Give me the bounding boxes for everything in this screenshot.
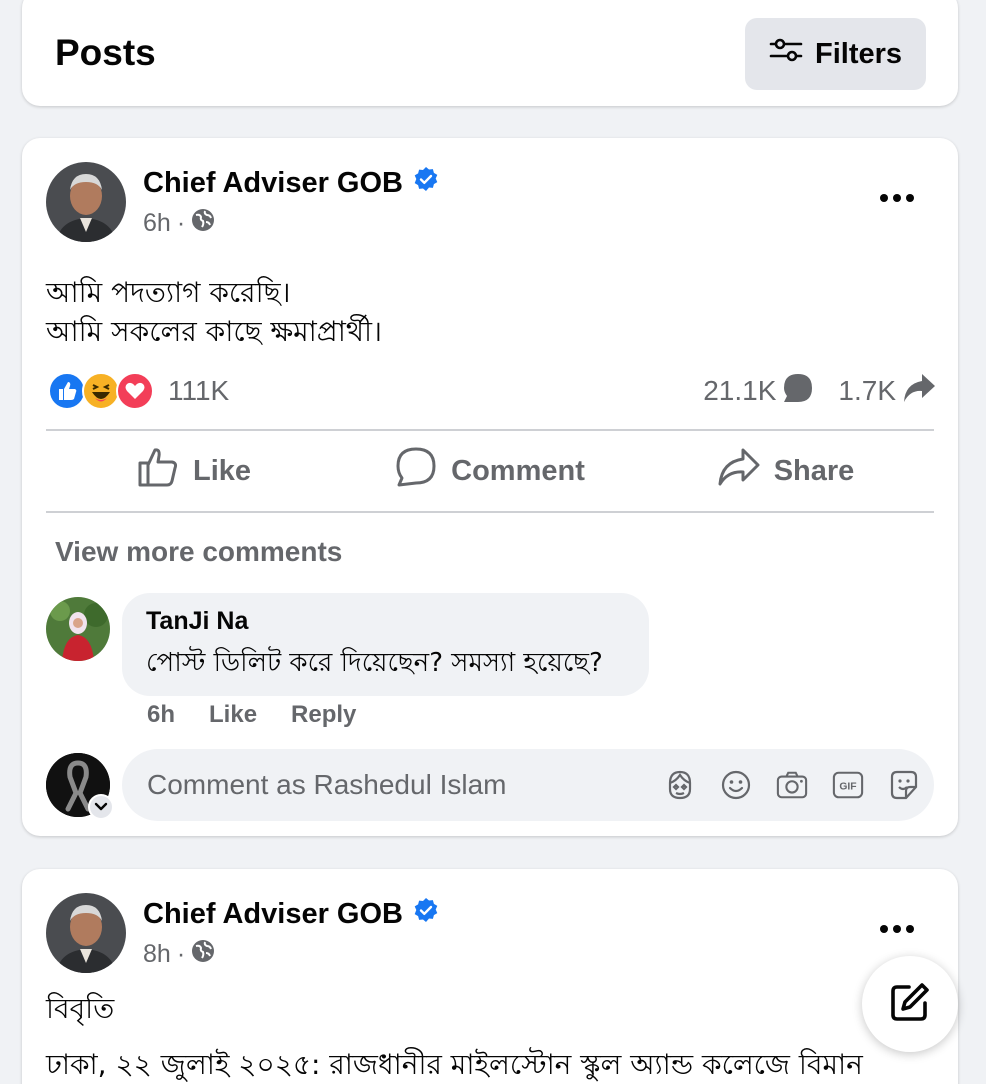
share-icon <box>718 448 760 494</box>
author-name[interactable]: Chief Adviser GOB <box>143 167 403 200</box>
comment-bubble: TanJi Na পোস্ট ডিলিট করে দিয়েছেন? সমস্য… <box>122 593 649 696</box>
commenter-avatar[interactable] <box>46 597 110 661</box>
comment-time[interactable]: 6h <box>147 701 175 729</box>
reaction-count[interactable]: 111K <box>168 375 229 407</box>
author-avatar[interactable] <box>46 162 126 242</box>
love-reaction-icon <box>116 372 154 410</box>
post-text: ঢাকা, ২২ জুলাই ২০২৫: রাজধানীর মাইলস্টোন … <box>46 1048 863 1081</box>
verified-badge-icon <box>413 166 439 200</box>
compose-button[interactable] <box>862 956 958 1052</box>
filters-button[interactable]: Filters <box>745 18 926 90</box>
verified-badge-icon <box>413 897 439 931</box>
comment-composer: GIF <box>122 749 934 821</box>
divider <box>46 429 934 431</box>
avatar-sticker-icon[interactable] <box>664 769 696 801</box>
camera-icon[interactable] <box>776 769 808 801</box>
post-card: Chief Adviser GOB 6h · আমি পদত্যাগ করেছি… <box>22 138 958 836</box>
post-time[interactable]: 8h <box>143 940 171 969</box>
post-text: আমি পদত্যাগ করেছি। আমি সকলের কাছে ক্ষমাপ… <box>46 273 382 351</box>
meta-separator: · <box>176 209 186 237</box>
comment-like-button[interactable]: Like <box>209 701 257 729</box>
composer-icons: GIF <box>664 769 920 801</box>
post-stats: 21.1K 1.7K <box>703 372 936 411</box>
post-time[interactable]: 6h <box>143 209 171 238</box>
comment-bubble-icon <box>782 372 814 411</box>
post-author[interactable]: Chief Adviser GOB <box>143 897 439 931</box>
shares-stat[interactable]: 1.7K <box>838 372 936 411</box>
author-name[interactable]: Chief Adviser GOB <box>143 898 403 931</box>
more-options-icon[interactable] <box>880 925 914 933</box>
post-meta: 6h · <box>143 208 215 239</box>
commenter-name[interactable]: TanJi Na <box>146 607 625 636</box>
profile-switch-icon[interactable] <box>88 794 114 820</box>
comment-actions: 6h Like Reply <box>147 701 356 729</box>
share-label: Share <box>773 454 855 487</box>
comment-button[interactable]: Comment <box>342 447 638 495</box>
post-actions: Like Comment Share <box>46 432 934 510</box>
globe-icon <box>191 939 215 970</box>
shares-count: 1.7K <box>838 375 896 406</box>
post-heading: বিবৃতি <box>46 992 115 1025</box>
post-card: Chief Adviser GOB 8h · বিবৃতি ঢাকা, ২২ জ… <box>22 869 958 1084</box>
edit-icon <box>889 981 931 1028</box>
comment-input[interactable] <box>147 769 664 801</box>
comment-text: পোস্ট ডিলিট করে দিয়েছেন? সমস্যা হয়েছে? <box>146 648 603 678</box>
page-title: Posts <box>55 32 156 73</box>
gif-icon[interactable]: GIF <box>832 769 864 801</box>
author-avatar[interactable] <box>46 893 126 973</box>
globe-icon <box>191 208 215 239</box>
thumbs-up-icon <box>137 447 179 495</box>
divider <box>46 511 934 513</box>
like-reaction-icon <box>48 372 86 410</box>
share-arrow-icon <box>902 372 936 411</box>
comment-reply-button[interactable]: Reply <box>291 701 356 729</box>
share-button[interactable]: Share <box>638 448 934 494</box>
reaction-icons[interactable] <box>48 372 154 410</box>
more-options-icon[interactable] <box>880 194 914 202</box>
post-meta: 8h · <box>143 939 215 970</box>
post-text-line: আমি পদত্যাগ করেছি। <box>46 276 291 309</box>
comments-count: 21.1K <box>703 375 777 406</box>
view-more-comments-link[interactable]: View more comments <box>55 536 342 568</box>
emoji-icon[interactable] <box>720 769 752 801</box>
svg-text:GIF: GIF <box>839 782 856 793</box>
haha-reaction-icon <box>82 372 120 410</box>
filters-icon <box>769 36 803 72</box>
post-text-line: আমি সকলের কাছে ক্ষমাপ্রার্থী। <box>46 315 382 348</box>
sticker-icon[interactable] <box>888 769 920 801</box>
like-label: Like <box>192 454 252 487</box>
meta-separator: · <box>176 940 186 968</box>
like-button[interactable]: Like <box>46 447 342 495</box>
posts-header: Posts Filters <box>22 0 958 106</box>
filters-label: Filters <box>814 37 903 70</box>
comment-label: Comment <box>451 454 585 487</box>
post-author[interactable]: Chief Adviser GOB <box>143 166 439 200</box>
comments-stat[interactable]: 21.1K <box>703 372 814 411</box>
reactions-row: 111K 21.1K 1.7K <box>48 370 936 412</box>
comment-icon <box>395 447 437 495</box>
